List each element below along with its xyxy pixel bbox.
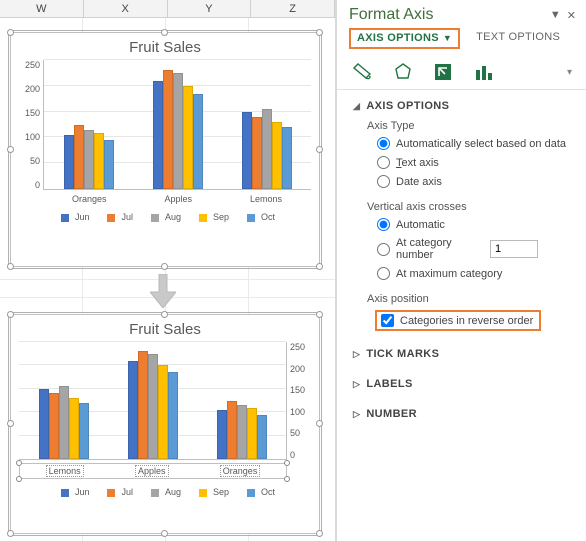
col-header[interactable]: Z bbox=[251, 0, 335, 17]
opt-label: At category number bbox=[396, 237, 476, 261]
worksheet-area: W X Y Z Fruit Sales 250200150100500 Oran… bbox=[0, 0, 336, 541]
column-headers: W X Y Z bbox=[0, 0, 335, 18]
close-icon[interactable]: ✕ bbox=[567, 9, 576, 22]
chart-title[interactable]: Fruit Sales bbox=[11, 33, 319, 60]
expand-icon: ▷ bbox=[353, 349, 360, 360]
tab-label: AXIS OPTIONS bbox=[357, 32, 439, 44]
checkbox-categories-reverse[interactable] bbox=[381, 314, 394, 327]
plot-area[interactable] bbox=[19, 342, 287, 460]
section-title: TICK MARKS bbox=[366, 348, 439, 360]
plot-area[interactable] bbox=[43, 60, 311, 190]
arrow-down-icon bbox=[150, 274, 176, 308]
opt-text-axis[interactable]: Text axis bbox=[367, 153, 570, 172]
radio-at-cat-num[interactable] bbox=[377, 243, 390, 256]
opt-at-category-number[interactable]: At category number bbox=[367, 234, 570, 264]
col-header[interactable]: X bbox=[84, 0, 168, 17]
x-axis-labels[interactable]: LemonsApplesOranges bbox=[19, 463, 287, 479]
section-number: ▷ NUMBER bbox=[337, 398, 586, 428]
col-header[interactable]: Y bbox=[168, 0, 252, 17]
chart-fruit-sales-reversed[interactable]: Fruit Sales 250200150100500 LemonsApples… bbox=[10, 314, 320, 534]
radio-at-max-cat[interactable] bbox=[377, 267, 390, 280]
col-header[interactable]: W bbox=[0, 0, 84, 17]
format-axis-pane: Format Axis ▼ ✕ AXIS OPTIONS ▼ TEXT OPTIO… bbox=[336, 0, 586, 541]
opt-label: Text axis bbox=[396, 157, 439, 169]
opt-at-max-category[interactable]: At maximum category bbox=[367, 264, 570, 283]
chevron-down-icon[interactable]: ▾ bbox=[567, 67, 572, 78]
chart-title[interactable]: Fruit Sales bbox=[11, 315, 319, 342]
section-header-axis-options[interactable]: ◢ AXIS OPTIONS bbox=[353, 96, 570, 116]
opt-automatic[interactable]: Automatic bbox=[367, 215, 570, 234]
radio-text-axis[interactable] bbox=[377, 156, 390, 169]
pane-tabs: AXIS OPTIONS ▼ TEXT OPTIONS bbox=[337, 28, 586, 53]
collapse-icon: ◢ bbox=[353, 101, 360, 112]
fill-line-icon[interactable] bbox=[351, 61, 375, 83]
axis-options-icon[interactable] bbox=[471, 61, 495, 83]
size-properties-icon[interactable] bbox=[431, 61, 455, 83]
section-header-tick-marks[interactable]: ▷ TICK MARKS bbox=[353, 344, 570, 364]
section-title: NUMBER bbox=[366, 408, 417, 420]
chevron-down-icon: ▼ bbox=[443, 33, 452, 43]
section-title: LABELS bbox=[366, 378, 412, 390]
section-header-labels[interactable]: ▷ LABELS bbox=[353, 374, 570, 394]
plot: 250200150100500 OrangesApplesLemons bbox=[19, 60, 311, 204]
legend[interactable]: JunJulAugSepOct bbox=[11, 206, 319, 230]
opt-categories-reverse[interactable]: Categories in reverse order bbox=[367, 307, 570, 334]
legend[interactable]: JunJulAugSepOct bbox=[11, 481, 319, 505]
opt-auto-select[interactable]: Automatically select based on data bbox=[367, 134, 570, 153]
expand-icon: ▷ bbox=[353, 379, 360, 390]
radio-automatic[interactable] bbox=[377, 218, 390, 231]
pane-dropdown-icon[interactable]: ▼ bbox=[550, 9, 561, 22]
opt-label: Automatic bbox=[396, 219, 445, 231]
section-tick-marks: ▷ TICK MARKS bbox=[337, 338, 586, 368]
pane-title: Format Axis bbox=[349, 6, 433, 24]
tab-axis-options[interactable]: AXIS OPTIONS ▼ bbox=[349, 28, 460, 49]
label-axis-type: Axis Type bbox=[367, 116, 570, 134]
radio-date-axis[interactable] bbox=[377, 175, 390, 188]
chart-fruit-sales-original[interactable]: Fruit Sales 250200150100500 OrangesApple… bbox=[10, 32, 320, 267]
tab-text-options[interactable]: TEXT OPTIONS bbox=[474, 28, 562, 49]
opt-label: Categories in reverse order bbox=[400, 315, 533, 327]
input-category-number[interactable] bbox=[490, 240, 538, 258]
y-axis[interactable]: 250200150100500 bbox=[19, 60, 43, 190]
section-labels: ▷ LABELS bbox=[337, 368, 586, 398]
label-axis-position: Axis position bbox=[367, 289, 570, 307]
label-vertical-axis-crosses: Vertical axis crosses bbox=[367, 197, 570, 215]
effects-icon[interactable] bbox=[391, 61, 415, 83]
section-axis-options: ◢ AXIS OPTIONS Axis Type Automatically s… bbox=[337, 90, 586, 338]
format-category-icons: ▾ bbox=[337, 53, 586, 90]
sheet-body[interactable]: Fruit Sales 250200150100500 OrangesApple… bbox=[0, 18, 335, 541]
opt-date-axis[interactable]: Date axis bbox=[367, 172, 570, 191]
y-axis[interactable]: 250200150100500 bbox=[287, 342, 311, 460]
x-axis-labels[interactable]: OrangesApplesLemons bbox=[43, 194, 311, 204]
expand-icon: ▷ bbox=[353, 409, 360, 420]
opt-label: At maximum category bbox=[396, 268, 502, 280]
section-header-number[interactable]: ▷ NUMBER bbox=[353, 404, 570, 424]
plot: 250200150100500 LemonsApplesOranges bbox=[19, 342, 311, 479]
radio-auto[interactable] bbox=[377, 137, 390, 150]
opt-label: Automatically select based on data bbox=[396, 138, 566, 150]
opt-label: Date axis bbox=[396, 176, 442, 188]
section-title: AXIS OPTIONS bbox=[366, 100, 449, 112]
